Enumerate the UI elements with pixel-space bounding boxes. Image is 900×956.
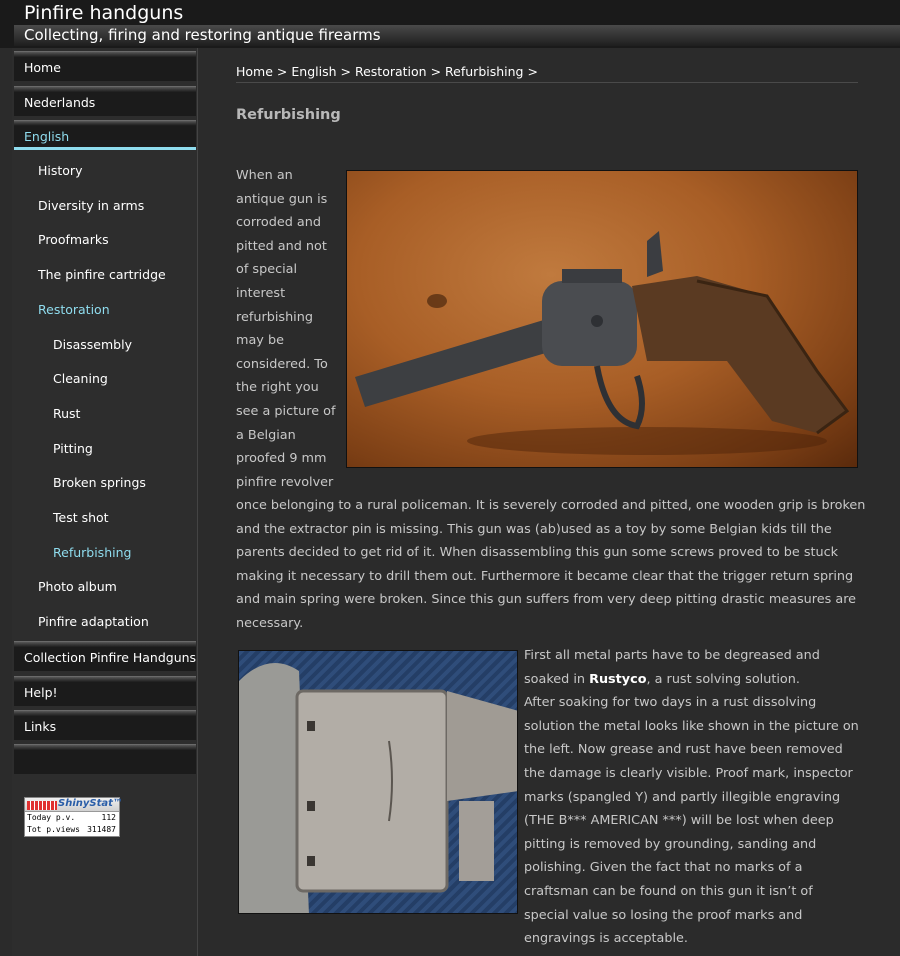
text-line: When an bbox=[236, 168, 293, 183]
main-content: Home > English > Restoration > Refurbish… bbox=[198, 48, 900, 956]
text-line: necessary. bbox=[236, 615, 304, 631]
breadcrumb-english[interactable]: English bbox=[291, 64, 336, 79]
cylinder-closeup-photo bbox=[238, 650, 518, 914]
breadcrumb-restoration[interactable]: Restoration bbox=[355, 64, 427, 79]
text-line: the left. Now grease and rust have been … bbox=[524, 742, 843, 758]
text-line: special value so losing the proof marks … bbox=[524, 907, 803, 923]
text-span: , a rust solving solution. bbox=[646, 671, 800, 687]
nav-item-english[interactable]: English bbox=[14, 120, 196, 154]
text-line: a Belgian bbox=[236, 427, 296, 443]
shinystat-logo: ShinyStat™ bbox=[25, 798, 123, 812]
nav-item-pinfire-adaptation[interactable]: Pinfire adaptation bbox=[38, 614, 149, 636]
nav-item-links[interactable]: Links bbox=[14, 710, 196, 744]
nav-label: Nederlands bbox=[24, 95, 96, 110]
text-line: considered. To bbox=[236, 356, 328, 372]
stat-total-row: Tot p.views 311487 bbox=[25, 824, 119, 836]
text-line: polishing. Given the fact that no marks … bbox=[524, 860, 803, 876]
revolver-photo bbox=[346, 170, 858, 468]
shinystat-counter[interactable]: ShinyStat™ Today p.v. 112 Tot p.views 31… bbox=[24, 797, 123, 837]
page-title: Refurbishing bbox=[236, 107, 341, 123]
stat-today-value: 112 bbox=[101, 813, 116, 822]
nav-item-cleaning[interactable]: Cleaning bbox=[53, 371, 108, 393]
nav-label: Home bbox=[24, 60, 61, 75]
text-line: may be bbox=[236, 333, 284, 349]
breadcrumb-home[interactable]: Home bbox=[236, 64, 273, 79]
header-subtitle-bar: Collecting, firing and restoring antique… bbox=[14, 25, 900, 46]
site-subtitle: Collecting, firing and restoring antique… bbox=[24, 26, 381, 44]
nav-label: Collection Pinfire Handguns bbox=[24, 650, 197, 665]
sidebar-spacer bbox=[14, 744, 196, 774]
text-line: (THE B*** AMERICAN ***) will be lost whe… bbox=[524, 813, 834, 829]
cylinder-illustration bbox=[239, 663, 517, 913]
text-line: refurbishing bbox=[236, 309, 313, 325]
nav-item-help[interactable]: Help! bbox=[14, 676, 196, 710]
text-line: corroded and bbox=[236, 215, 321, 231]
nav-item-pinfire-cartridge[interactable]: The pinfire cartridge bbox=[38, 267, 166, 289]
text-line: interest bbox=[236, 285, 286, 301]
text-line: After soaking for two days in a rust dis… bbox=[524, 695, 817, 711]
text-line: and main spring were broken. Since this … bbox=[236, 592, 857, 608]
nav-item-rust[interactable]: Rust bbox=[53, 406, 80, 428]
breadcrumb-separator: > bbox=[276, 64, 288, 79]
breadcrumb-separator: > bbox=[340, 64, 351, 79]
text-line: solution the metal looks like shown in t… bbox=[524, 718, 859, 734]
rustyco-term: Rustyco bbox=[589, 671, 647, 687]
nav-item-test-shot[interactable]: Test shot bbox=[53, 510, 109, 532]
nav-item-disassembly[interactable]: Disassembly bbox=[53, 337, 132, 359]
stat-today-label: Today p.v. bbox=[27, 813, 76, 822]
breadcrumb-divider bbox=[236, 82, 858, 83]
bar-chart-icon bbox=[27, 801, 57, 810]
sidebar-nav: Home Nederlands English History Diversit… bbox=[12, 48, 198, 956]
text-line: making it necessary to drill them out. F… bbox=[236, 568, 854, 584]
text-line: soaked in Rustyco, a rust solving soluti… bbox=[524, 668, 864, 692]
nav-item-collection[interactable]: Collection Pinfire Handguns bbox=[14, 641, 196, 675]
nav-item-proofmarks[interactable]: Proofmarks bbox=[38, 232, 109, 254]
intro-full-text: once belonging to a rural policeman. It … bbox=[236, 494, 866, 636]
site-title[interactable]: Pinfire handguns bbox=[24, 2, 183, 24]
nav-item-home[interactable]: Home bbox=[14, 51, 196, 85]
breadcrumb-refurbishing[interactable]: Refurbishing bbox=[445, 64, 523, 79]
nav-item-photo-album[interactable]: Photo album bbox=[38, 579, 117, 601]
nav-item-nederlands[interactable]: Nederlands bbox=[14, 86, 196, 120]
text-line: the right you bbox=[236, 380, 319, 396]
text-line: of special bbox=[236, 262, 298, 278]
text-line: parents decided to get rid of it. When d… bbox=[236, 545, 839, 561]
nav-item-history[interactable]: History bbox=[38, 163, 82, 185]
text-line: pitted and not bbox=[236, 238, 327, 254]
text-line: pinfire revolver bbox=[236, 474, 334, 490]
text-line: engravings is acceptable. bbox=[524, 931, 688, 947]
stat-total-label: Tot p.views bbox=[27, 825, 80, 834]
soaking-text: First all metal parts have to be degreas… bbox=[524, 644, 864, 951]
text-line: see a picture of bbox=[236, 403, 336, 419]
breadcrumb: Home > English > Restoration > Refurbish… bbox=[236, 64, 538, 79]
site-header: Pinfire handguns Collecting, firing and … bbox=[0, 0, 900, 48]
text-line: proofed 9 mm bbox=[236, 451, 327, 467]
nav-item-refurbishing[interactable]: Refurbishing bbox=[53, 545, 131, 567]
text-line: marks (spangled Y) and partly illegible … bbox=[524, 789, 841, 805]
text-line: once belonging to a rural policeman. It … bbox=[236, 498, 866, 513]
intro-narrow-text: When an antique gun is corroded and pitt… bbox=[236, 164, 340, 494]
nav-label: Help! bbox=[24, 685, 58, 700]
shinystat-brand: ShinyStat™ bbox=[58, 798, 123, 809]
nav-label: English bbox=[24, 129, 70, 144]
text-line: craftsman can be found on this gun it is… bbox=[524, 883, 813, 899]
text-line: the damage is clearly visible. Proof mar… bbox=[524, 765, 853, 781]
stat-total-value: 311487 bbox=[87, 825, 116, 834]
text-line: and the extractor pin is missing. This g… bbox=[236, 521, 832, 537]
text-line: antique gun is bbox=[236, 191, 328, 207]
nav-item-restoration[interactable]: Restoration bbox=[38, 302, 110, 324]
text-line: First all metal parts have to be degreas… bbox=[524, 648, 820, 663]
revolver-illustration bbox=[355, 231, 850, 455]
breadcrumb-separator: > bbox=[430, 64, 442, 79]
breadcrumb-separator: > bbox=[527, 64, 538, 79]
nav-item-broken-springs[interactable]: Broken springs bbox=[53, 475, 146, 497]
nav-label: Links bbox=[24, 719, 57, 734]
text-span: soaked in bbox=[524, 671, 590, 687]
text-line: pitting is removed by grounding, sanding… bbox=[524, 836, 817, 852]
nav-item-diversity-in-arms[interactable]: Diversity in arms bbox=[38, 198, 144, 220]
nav-item-pitting[interactable]: Pitting bbox=[53, 441, 93, 463]
stat-today-row: Today p.v. 112 bbox=[25, 812, 119, 824]
